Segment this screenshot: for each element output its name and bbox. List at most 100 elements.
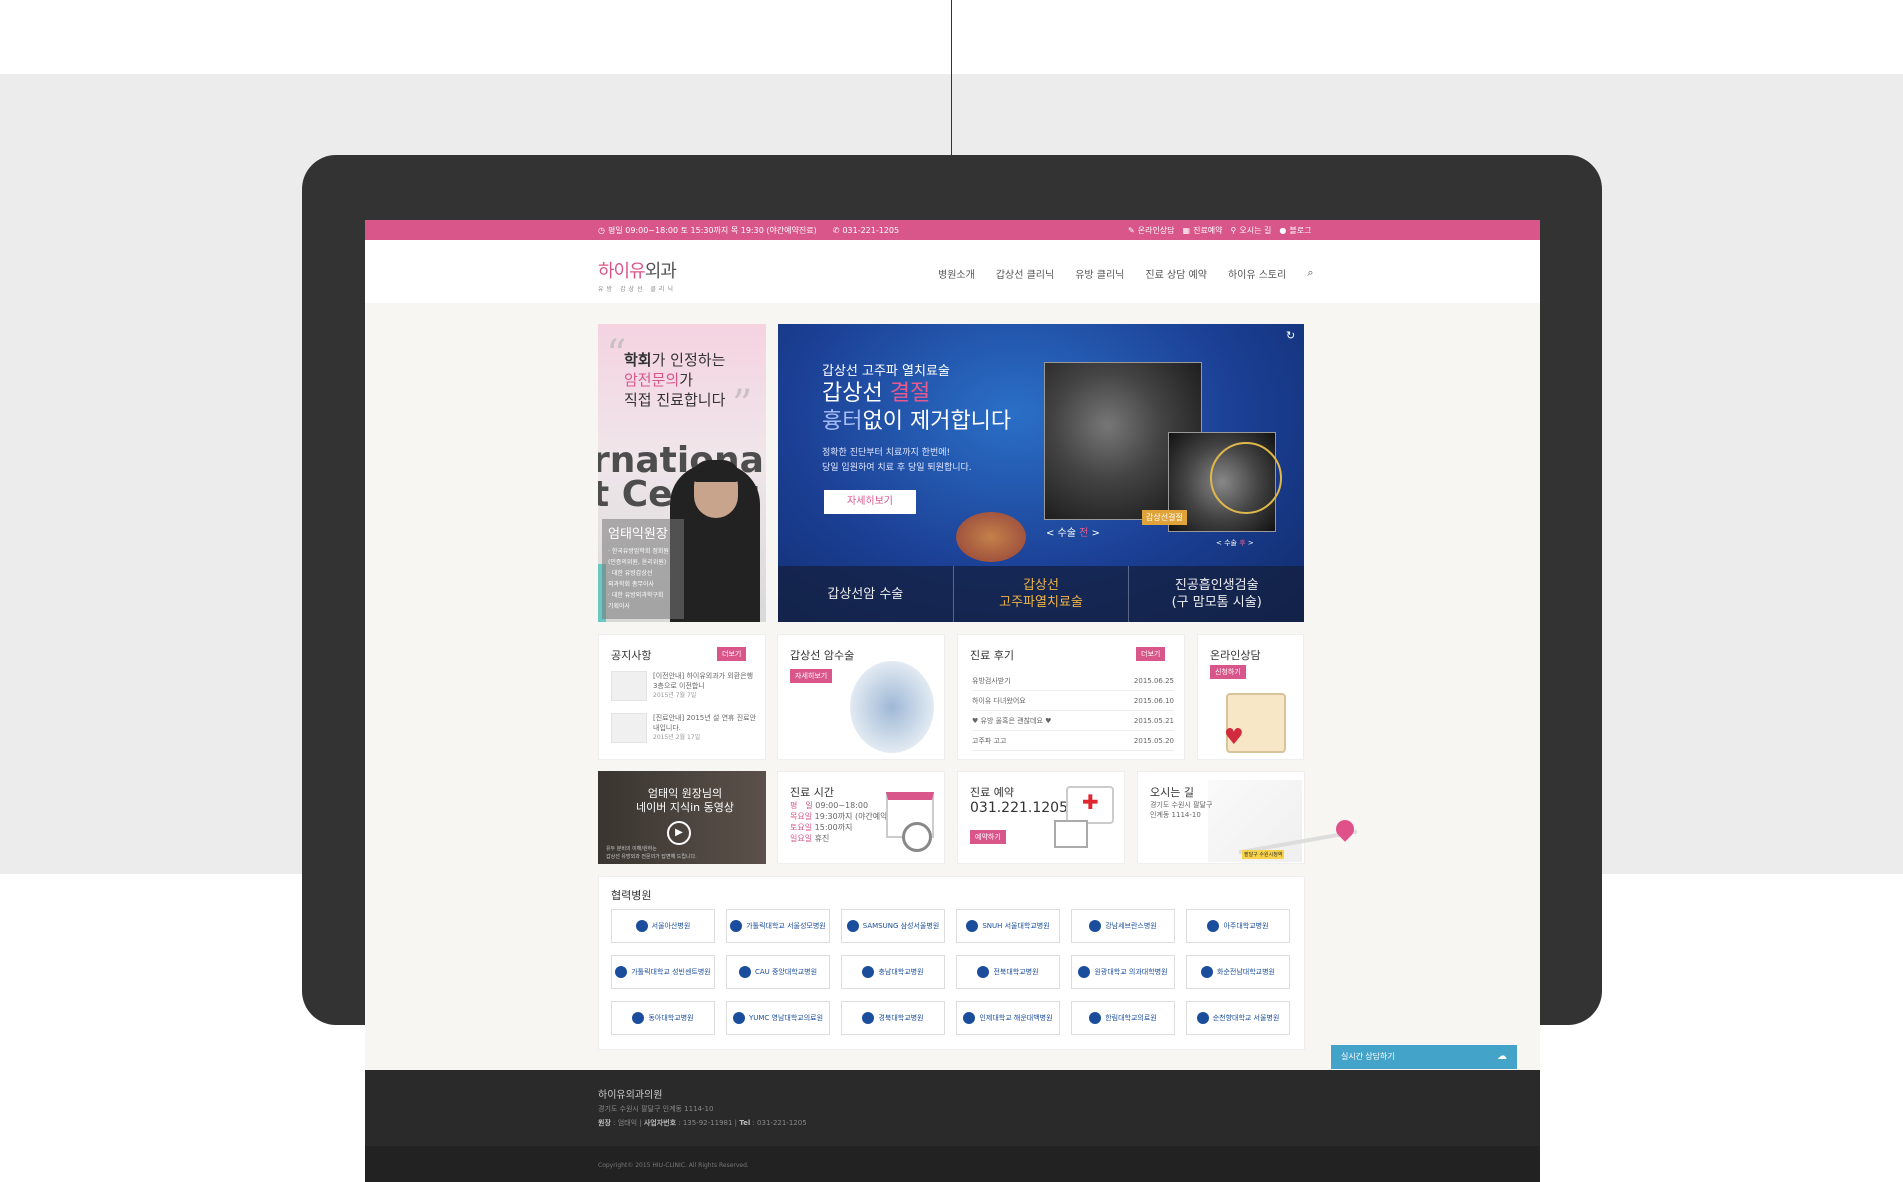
- hospital-logo-icon: [1196, 1012, 1209, 1024]
- tab-radiofrequency-ablation[interactable]: 갑상선 고주파열치료술: [954, 566, 1130, 622]
- online-apply-button[interactable]: 신청하기: [1210, 665, 1246, 679]
- mini-map: 팔달구 수원시청역: [1208, 780, 1358, 862]
- hospital-logo-icon: [1201, 966, 1214, 978]
- hospital-logo-icon: [846, 920, 859, 932]
- site-footer: 하이유외과의원 경기도 수원시 팔달구 인계동 1114-10 원장 : 엄태익…: [365, 1070, 1540, 1182]
- top-bar: ◷ 평일 09:00~18:00 토 15:30까지 목 19:30 (야간예약진…: [365, 220, 1540, 240]
- partner-hospitals: 협력병원 서울아산병원 가톨릭대학교 서울성모병원 SAMSUNG 삼성서울병원…: [598, 876, 1305, 1050]
- hero-tabs: 갑상선암 수술 갑상선 고주파열치료술 진공흡인생검술 (구 맘모톰 시술): [778, 566, 1304, 622]
- doctor-info: 엄태익원장 · 한국유방암학회 정회원 (인증의위원, 윤리위원) · 대한 유…: [602, 519, 684, 619]
- hero-detail-button[interactable]: 자세히보기: [824, 490, 916, 514]
- calendar-icon: [1054, 820, 1088, 848]
- calendar-icon: ▦: [1182, 226, 1191, 235]
- clock-icon: ◷: [598, 226, 605, 235]
- directions-card[interactable]: 팔달구 수원시청역 오시는 길 경기도 수원시 팔달구 인계동 1114-10: [1137, 771, 1358, 864]
- online-consult-card[interactable]: 온라인상담 신청하기 ♥: [1197, 634, 1304, 760]
- notice-thumbnail: [611, 713, 647, 743]
- partner-logo[interactable]: 경북대학교병원: [841, 1001, 945, 1035]
- tab-vacuum-biopsy[interactable]: 진공흡인생검술 (구 맘모톰 시술): [1129, 566, 1304, 622]
- partner-logo[interactable]: SAMSUNG 삼성서울병원: [841, 909, 945, 943]
- nav-item-reserve[interactable]: 진료 상담 예약: [1145, 266, 1207, 281]
- notice-more-button[interactable]: 더보기: [717, 647, 747, 661]
- partner-logo[interactable]: 순천향대학교 서울병원: [1186, 1001, 1290, 1035]
- hanging-line: [951, 0, 952, 156]
- hospital-logo-icon: [738, 966, 751, 978]
- live-chat-button[interactable]: 실시간 상담하기 ☁: [1331, 1045, 1517, 1069]
- nav-item-thyroid[interactable]: 갑상선 클리닉: [996, 266, 1054, 281]
- review-more-button[interactable]: 더보기: [1136, 647, 1166, 661]
- hospital-logo-icon: [862, 966, 875, 978]
- doctor-headline: 학회가 인정하는 암전문의가 직접 진료합니다: [624, 351, 726, 409]
- top-link-blog[interactable]: ● 블로그: [1279, 225, 1311, 236]
- partner-logo[interactable]: 전북대학교병원: [956, 955, 1060, 989]
- hospital-logo-icon: [862, 1012, 875, 1024]
- hospital-logo-icon: [732, 1012, 745, 1024]
- refresh-icon[interactable]: ↻: [1286, 329, 1295, 342]
- hero-slider: 갑상선 고주파 열치료술 갑상선 결절 흉터없이 제거합니다 정확한 진단부터 …: [778, 324, 1304, 622]
- edit-icon: ✎: [1128, 226, 1135, 235]
- partner-logo[interactable]: 동아대학교병원: [611, 1001, 715, 1035]
- list-item[interactable]: [이전안내] 하이유외과가 외환은행 3층으로 이전합니 2015년 7월 7일: [611, 671, 761, 707]
- top-link-reserve[interactable]: ▦ 진료예약: [1183, 225, 1223, 236]
- main-nav: 병원소개 갑상선 클리닉 유방 클리닉 진료 상담 예약 하이유 스토리 ⌕: [938, 266, 1314, 281]
- review-list: 유방검사받기 2015.06.25 하이유 다녀왔어요 2015.06.10 ♥ 유…: [972, 671, 1174, 751]
- video-card[interactable]: 엄태익 원장님의 네이버 지식in 동영상 ▶ 유두 분비의 이해/원하는 갑상선 …: [598, 771, 766, 864]
- map-pin-icon: ⚲: [1230, 226, 1237, 235]
- hours-card: 진료 시간 평 일 09:00~18:00 목요일 19:30까지 (야간예약진…: [777, 771, 945, 864]
- hero-headline: 갑상선 결절 흉터없이 제거합니다: [822, 381, 1012, 434]
- search-icon[interactable]: ⌕: [1307, 266, 1313, 281]
- top-link-online[interactable]: ✎ 온라인상담: [1128, 225, 1175, 236]
- partner-logo[interactable]: 원광대학교 의과대학병원: [1071, 955, 1175, 989]
- surgery-detail-button[interactable]: 자세히보기: [790, 669, 833, 683]
- notice-thumbnail: [611, 671, 647, 701]
- table-row[interactable]: 고주파 고고 2015.05.20: [972, 731, 1174, 751]
- nav-item-story[interactable]: 하이유 스토리: [1228, 266, 1286, 281]
- logo[interactable]: 하이유외과 유방 갑상선 클리닉: [598, 257, 677, 293]
- hospital-logo-icon: [632, 1012, 645, 1024]
- phone-icon: ✆: [832, 226, 840, 235]
- nav-item-about[interactable]: 병원소개: [938, 266, 975, 281]
- clock-icon: [902, 822, 932, 852]
- partner-logo[interactable]: CAU 중앙대학교병원: [726, 955, 830, 989]
- reserve-button[interactable]: 예약하기: [970, 830, 1006, 844]
- play-icon[interactable]: ▶: [667, 821, 691, 845]
- partner-logo[interactable]: 충남대학교병원: [841, 955, 945, 989]
- review-card: 진료 후기 더보기 유방검사받기 2015.06.25 하이유 다녀왔어요 2015…: [957, 634, 1185, 760]
- partner-logo[interactable]: 서울아산병원: [611, 909, 715, 943]
- thyroid-illustration: [956, 512, 1026, 562]
- table-row[interactable]: 유방검사받기 2015.06.25: [972, 671, 1174, 691]
- hospital-logo-icon: [966, 920, 979, 932]
- hospital-logo-icon: [963, 1012, 976, 1024]
- chat-icon: ☁: [1497, 1051, 1507, 1062]
- partner-logo[interactable]: 한림대학교의료원: [1071, 1001, 1175, 1035]
- site-header: 하이유외과 유방 갑상선 클리닉 병원소개 갑상선 클리닉 유방 클리닉 진료 …: [365, 240, 1540, 303]
- cross-icon: ✚: [1082, 790, 1099, 814]
- blog-icon: ●: [1279, 226, 1287, 235]
- partner-logo[interactable]: 화순전남대학교병원: [1186, 955, 1290, 989]
- hospital-logo-icon: [615, 966, 628, 978]
- table-row[interactable]: 하이유 다녀왔어요 2015.06.10: [972, 691, 1174, 711]
- partner-logo[interactable]: 가톨릭대학교 성빈센트병원: [611, 955, 715, 989]
- notice-card: 공지사항 더보기 [이전안내] 하이유외과가 외환은행 3층으로 이전합니 201…: [598, 634, 766, 760]
- website-screen: ◷ 평일 09:00~18:00 토 15:30까지 목 19:30 (야간예약진…: [365, 220, 1540, 1182]
- top-link-directions[interactable]: ⚲ 오시는 길: [1231, 225, 1272, 236]
- partner-logo[interactable]: YUMC 영남대학교의료원: [726, 1001, 830, 1035]
- tab-thyroid-cancer-surgery[interactable]: 갑상선암 수술: [778, 566, 954, 622]
- hospital-logo-icon: [1078, 966, 1091, 978]
- reservation-phone: 031.221.1205: [970, 800, 1068, 816]
- nav-item-breast[interactable]: 유방 클리닉: [1075, 266, 1124, 281]
- doctor-banner[interactable]: rnationalt Center “ ” 학회가 인정하는 암전문의가 직접 …: [598, 324, 766, 622]
- hospital-logo-icon: [1207, 920, 1220, 932]
- quote-close-icon: ”: [732, 382, 753, 428]
- partner-logo[interactable]: 아주대학교병원: [1186, 909, 1290, 943]
- thyroid-surgery-card[interactable]: 갑상선 암수술 자세히보기: [777, 634, 945, 760]
- partner-logo[interactable]: 가톨릭대학교 서울성모병원: [726, 909, 830, 943]
- partner-logo[interactable]: 인제대학교 해운대백병원: [956, 1001, 1060, 1035]
- hospital-logo-icon: [1089, 1012, 1102, 1024]
- hospital-logo-icon: [730, 920, 743, 932]
- partner-logo[interactable]: SNUH 서울대학교병원: [956, 909, 1060, 943]
- table-row[interactable]: ♥ 유방 울혹은 괜찮데요 ♥ 2015.05.21: [972, 711, 1174, 731]
- partner-logo[interactable]: 강남세브란스병원: [1071, 909, 1175, 943]
- hospital-logo-icon: [635, 920, 648, 932]
- list-item[interactable]: [진료안내] 2015년 설 연휴 진료안내입니다. 2015년 2월 17일: [611, 713, 761, 749]
